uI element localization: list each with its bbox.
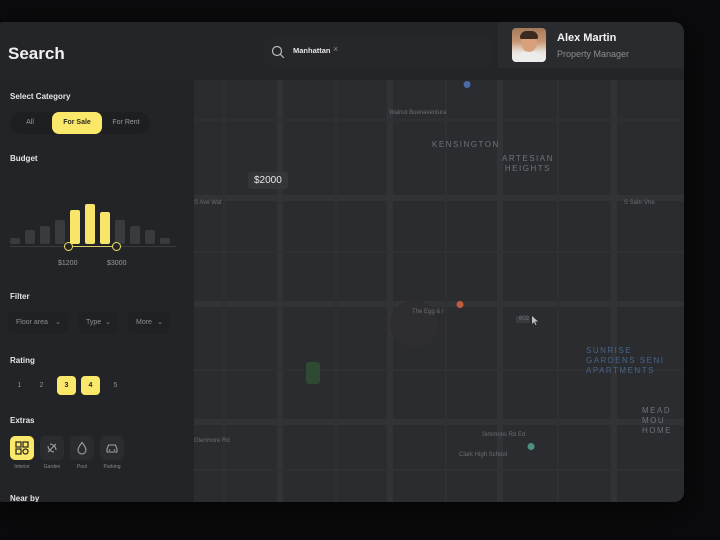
budget-histogram	[10, 194, 176, 244]
avatar	[512, 28, 546, 62]
category-for-rent[interactable]: For Rent	[102, 112, 150, 134]
map-street-lower: Simmons Rd Ed	[482, 432, 526, 438]
app-window: Search Manhattan × Alex Martin Property …	[0, 22, 684, 502]
budget-histogram-bar	[40, 226, 50, 244]
page-title: Search	[8, 44, 65, 63]
rating-option-2[interactable]: 2	[32, 376, 51, 395]
more-dropdown[interactable]: More ⌄	[128, 312, 170, 334]
map-street-west: S Ave Wat	[194, 200, 222, 206]
rating-option-3[interactable]: 3	[57, 376, 76, 395]
rating-title: Rating	[10, 356, 35, 365]
budget-histogram-bar	[25, 230, 35, 244]
budget-histogram-bar	[70, 210, 80, 244]
budget-min-label: $1200	[58, 260, 78, 267]
interior-icon	[15, 441, 29, 455]
map-place-school: Clark High School	[459, 452, 508, 458]
budget-histogram-bar	[100, 212, 110, 244]
search-tag-value: Manhattan	[293, 46, 331, 55]
map-place-walnut: Walnut Buenaventura	[389, 110, 447, 116]
category-for-sale[interactable]: For Sale	[52, 112, 102, 134]
extra-pool-button[interactable]	[70, 436, 94, 460]
extra-garden-button[interactable]	[40, 436, 64, 460]
chevron-down-icon: ⌄	[157, 319, 163, 326]
budget-histogram-bar	[55, 220, 65, 244]
user-profile[interactable]: Alex Martin Property Manager	[498, 22, 684, 68]
rating-option-5[interactable]: 5	[106, 376, 125, 395]
budget-slider-range	[68, 246, 116, 247]
price-marker[interactable]: $2000	[248, 172, 288, 189]
user-role: Property Manager	[557, 49, 630, 59]
user-name: Alex Martin	[557, 32, 617, 44]
budget-histogram-bar	[145, 230, 155, 244]
map-district-artesian: ARTESIAN HEIGHTS	[502, 154, 554, 173]
extra-interior-button[interactable]	[10, 436, 34, 460]
top-bar: Search Manhattan × Alex Martin Property …	[0, 22, 684, 80]
chevron-down-icon: ⌄	[105, 319, 111, 326]
category-title: Select Category	[10, 92, 71, 101]
map-district-sunrise: SUNRISE GARDENS SENI APARTMENTS	[586, 346, 665, 375]
category-selector: All For Sale For Rent	[10, 112, 150, 134]
extra-parking-button[interactable]	[100, 436, 124, 460]
clear-search-icon[interactable]: ×	[333, 44, 338, 54]
filter-sidebar: Select Category All For Sale For Rent Bu…	[0, 80, 182, 502]
budget-title: Budget	[10, 154, 38, 163]
budget-histogram-bar	[115, 220, 125, 244]
budget-histogram-bar	[10, 238, 20, 244]
budget-min-handle[interactable]	[64, 242, 73, 251]
category-all[interactable]: All	[10, 112, 50, 134]
more-label: More	[136, 319, 152, 326]
type-label: Type	[86, 319, 102, 326]
map-district-meadow: MEAD MOU HOME	[642, 406, 672, 435]
map-district-kensington: KENSINGTON	[432, 140, 500, 149]
floor-area-label: Floor area	[16, 319, 48, 326]
map-road-badge: 602	[519, 316, 530, 322]
budget-histogram-bar	[130, 226, 140, 244]
rating-option-1[interactable]: 1	[10, 376, 29, 395]
floor-area-dropdown[interactable]: Floor area ⌄	[8, 312, 68, 334]
map-street-east: S Sahr Vhe	[624, 200, 655, 206]
budget-max-handle[interactable]	[112, 242, 121, 251]
rating-option-4[interactable]: 4	[81, 376, 100, 395]
extras-title: Extras	[10, 416, 35, 425]
map-view[interactable]: Walnut Buenaventura The Egg & I Clark Hi…	[194, 80, 684, 502]
search-bar[interactable]: Manhattan ×	[264, 38, 492, 66]
pool-icon	[77, 441, 87, 455]
map-place-egg: The Egg & I	[412, 309, 444, 315]
parking-icon	[106, 444, 118, 453]
filter-title: Filter	[10, 292, 30, 301]
nearby-title: Near by	[10, 494, 40, 502]
budget-histogram-bar	[160, 238, 170, 244]
type-dropdown[interactable]: Type ⌄	[78, 312, 118, 334]
budget-max-label: $3000	[107, 260, 127, 267]
budget-histogram-bar	[85, 204, 95, 244]
search-icon	[271, 45, 285, 59]
map-street-lower-left: Glenmore Rd	[194, 438, 230, 444]
map-pin-icon	[456, 81, 535, 455]
extra-parking-label: Parking	[103, 464, 121, 470]
chevron-down-icon: ⌄	[55, 319, 61, 326]
garden-icon	[47, 443, 57, 453]
